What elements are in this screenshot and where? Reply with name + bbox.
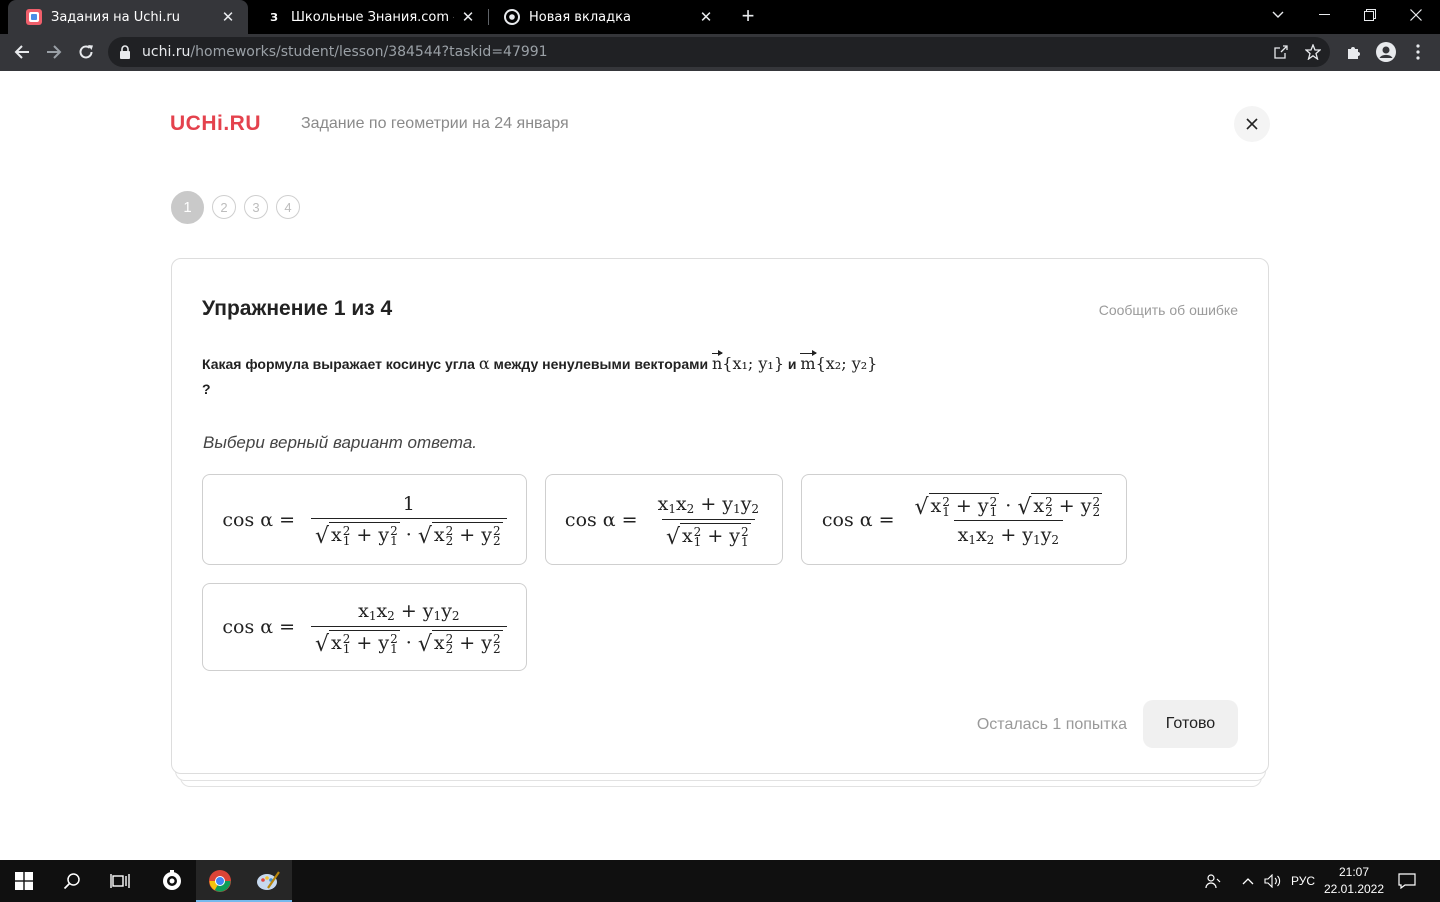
tray-chevron-up-icon[interactable] — [1236, 860, 1260, 902]
question-and: и — [787, 356, 797, 372]
uchi-favicon-icon — [26, 9, 42, 25]
task-title: Задание по геометрии на 24 января — [301, 115, 569, 132]
profile-avatar-icon[interactable] — [1372, 38, 1400, 66]
restore-window-icon[interactable] — [1347, 0, 1393, 30]
extensions-puzzle-icon[interactable] — [1340, 38, 1368, 66]
step-3[interactable]: 3 — [244, 195, 268, 219]
paint-taskbar-icon[interactable] — [244, 860, 292, 902]
chrome-favicon-icon — [504, 9, 520, 25]
chrome-taskbar-icon[interactable] — [196, 860, 244, 902]
close-tab-icon[interactable]: ✕ — [220, 8, 236, 26]
formula-1: cos α = 1 √ x 2 1 + y21 · √ x 2 2 + y22 — [222, 493, 507, 548]
tab-title: Школьные Знания.com - Решае — [291, 9, 454, 25]
vector-m-coords: {x₂; y₂} — [815, 354, 878, 373]
tab-title: Новая вкладка — [529, 9, 631, 25]
tab-uchi[interactable]: Задания на Uchi.ru ✕ — [8, 0, 248, 34]
exercise-title: Упражнение 1 из 4 — [202, 297, 393, 320]
done-button[interactable]: Готово — [1143, 700, 1238, 748]
input-language[interactable]: РУС — [1288, 860, 1318, 902]
app-icon[interactable] — [148, 860, 196, 902]
tab-search-chevron-icon[interactable] — [1255, 0, 1301, 30]
browser-toolbar: uchi.ru/homeworks/student/lesson/384544?… — [0, 34, 1440, 71]
page-content: UCHi.RU Задание по геометрии на 24 январ… — [0, 71, 1440, 860]
question-text: Какая формула выражает косинус угла α ме… — [202, 350, 1102, 402]
close-task-button[interactable] — [1234, 106, 1270, 142]
step-4[interactable]: 4 — [276, 195, 300, 219]
windows-taskbar: РУС 21:07 22.01.2022 — [0, 860, 1440, 902]
znanija-favicon-icon: З — [270, 10, 278, 24]
close-icon — [1246, 118, 1258, 130]
notifications-icon[interactable] — [1394, 860, 1420, 902]
tab-title: Задания на Uchi.ru — [51, 9, 180, 25]
answer-option-2[interactable]: cos α = x1x2 + y1y2 √ x 2 1 + y21 — [545, 474, 783, 565]
answer-option-1[interactable]: cos α = 1 √ x 2 1 + y21 · √ x 2 2 + y22 — [202, 474, 527, 565]
share-icon[interactable] — [1272, 43, 1290, 61]
question-part-1: Какая формула выражает косинус угла — [202, 356, 475, 372]
step-1[interactable]: 1 — [171, 191, 204, 224]
uchi-logo[interactable]: UCHi.RU — [170, 112, 261, 136]
question-mark: ? — [202, 381, 211, 397]
url-host: uchi.ru — [142, 44, 191, 60]
formula-3: cos α = √ x 2 1 + y21 · √ x 2 2 + y22 x1x2 + y… — [821, 492, 1103, 547]
people-icon[interactable] — [1200, 860, 1226, 902]
vector-m: m — [800, 350, 817, 376]
clock-date: 22.01.2022 — [1323, 882, 1385, 896]
close-tab-icon[interactable]: ✕ — [460, 8, 476, 26]
formula-2: cos α = x1x2 + y1y2 √ x 2 1 + y21 — [564, 492, 760, 550]
tab-znanija[interactable]: З Школьные Знания.com - Решае ✕ — [248, 0, 488, 34]
vector-n: n — [711, 350, 724, 376]
url-path: /homeworks/student/lesson/384544?taskid=… — [190, 44, 548, 60]
browser-menu-icon[interactable] — [1404, 38, 1432, 66]
address-bar[interactable]: uchi.ru/homeworks/student/lesson/384544?… — [108, 37, 1330, 67]
answer-option-3[interactable]: cos α = √ x 2 1 + y21 · √ x 2 2 + y22 x1x2 + y… — [801, 474, 1127, 565]
close-tab-icon[interactable]: ✕ — [698, 8, 714, 26]
volume-icon[interactable] — [1262, 860, 1284, 902]
windows-start-icon[interactable] — [0, 860, 48, 902]
attempts-left: Осталась 1 попытка — [976, 716, 1127, 733]
question-part-2: между ненулевыми векторами — [493, 356, 709, 372]
new-tab-plus-icon[interactable]: + — [736, 5, 760, 29]
formula-4: cos α = x1x2 + y1y2 √ x 2 1 + y21 · √ x 2 2 + … — [222, 600, 507, 656]
clock-time: 21:07 — [1338, 865, 1370, 879]
back-arrow-icon[interactable] — [8, 38, 36, 66]
bookmark-star-icon[interactable] — [1304, 43, 1322, 61]
search-icon[interactable] — [48, 860, 96, 902]
answer-option-4[interactable]: cos α = x1x2 + y1y2 √ x 2 1 + y21 · √ x 2 2 + … — [202, 583, 527, 671]
close-window-icon[interactable] — [1393, 0, 1439, 30]
tab-new[interactable]: Новая вкладка ✕ — [486, 0, 726, 34]
answer-hint: Выбери верный вариант ответа. — [203, 433, 478, 452]
system-clock[interactable]: 21:07 22.01.2022 — [1318, 864, 1390, 898]
reload-icon[interactable] — [72, 38, 100, 66]
browser-tab-strip: Задания на Uchi.ru ✕ З Школьные Знания.c… — [0, 0, 1440, 34]
step-2[interactable]: 2 — [212, 195, 236, 219]
forward-arrow-icon[interactable] — [40, 38, 68, 66]
report-error-link[interactable]: Сообщить об ошибке — [1099, 302, 1238, 318]
exercise-steps: 1 2 3 4 — [171, 191, 300, 224]
task-view-icon[interactable] — [96, 860, 144, 902]
question-alpha: α — [478, 354, 490, 373]
minimize-window-icon[interactable] — [1301, 0, 1347, 30]
url-text: uchi.ru/homeworks/student/lesson/384544?… — [142, 44, 548, 60]
lock-icon[interactable] — [119, 45, 131, 64]
vector-n-coords: {x₁; y₁} — [722, 354, 785, 373]
exercise-card: Упражнение 1 из 4 Сообщить об ошибке Как… — [171, 258, 1269, 774]
